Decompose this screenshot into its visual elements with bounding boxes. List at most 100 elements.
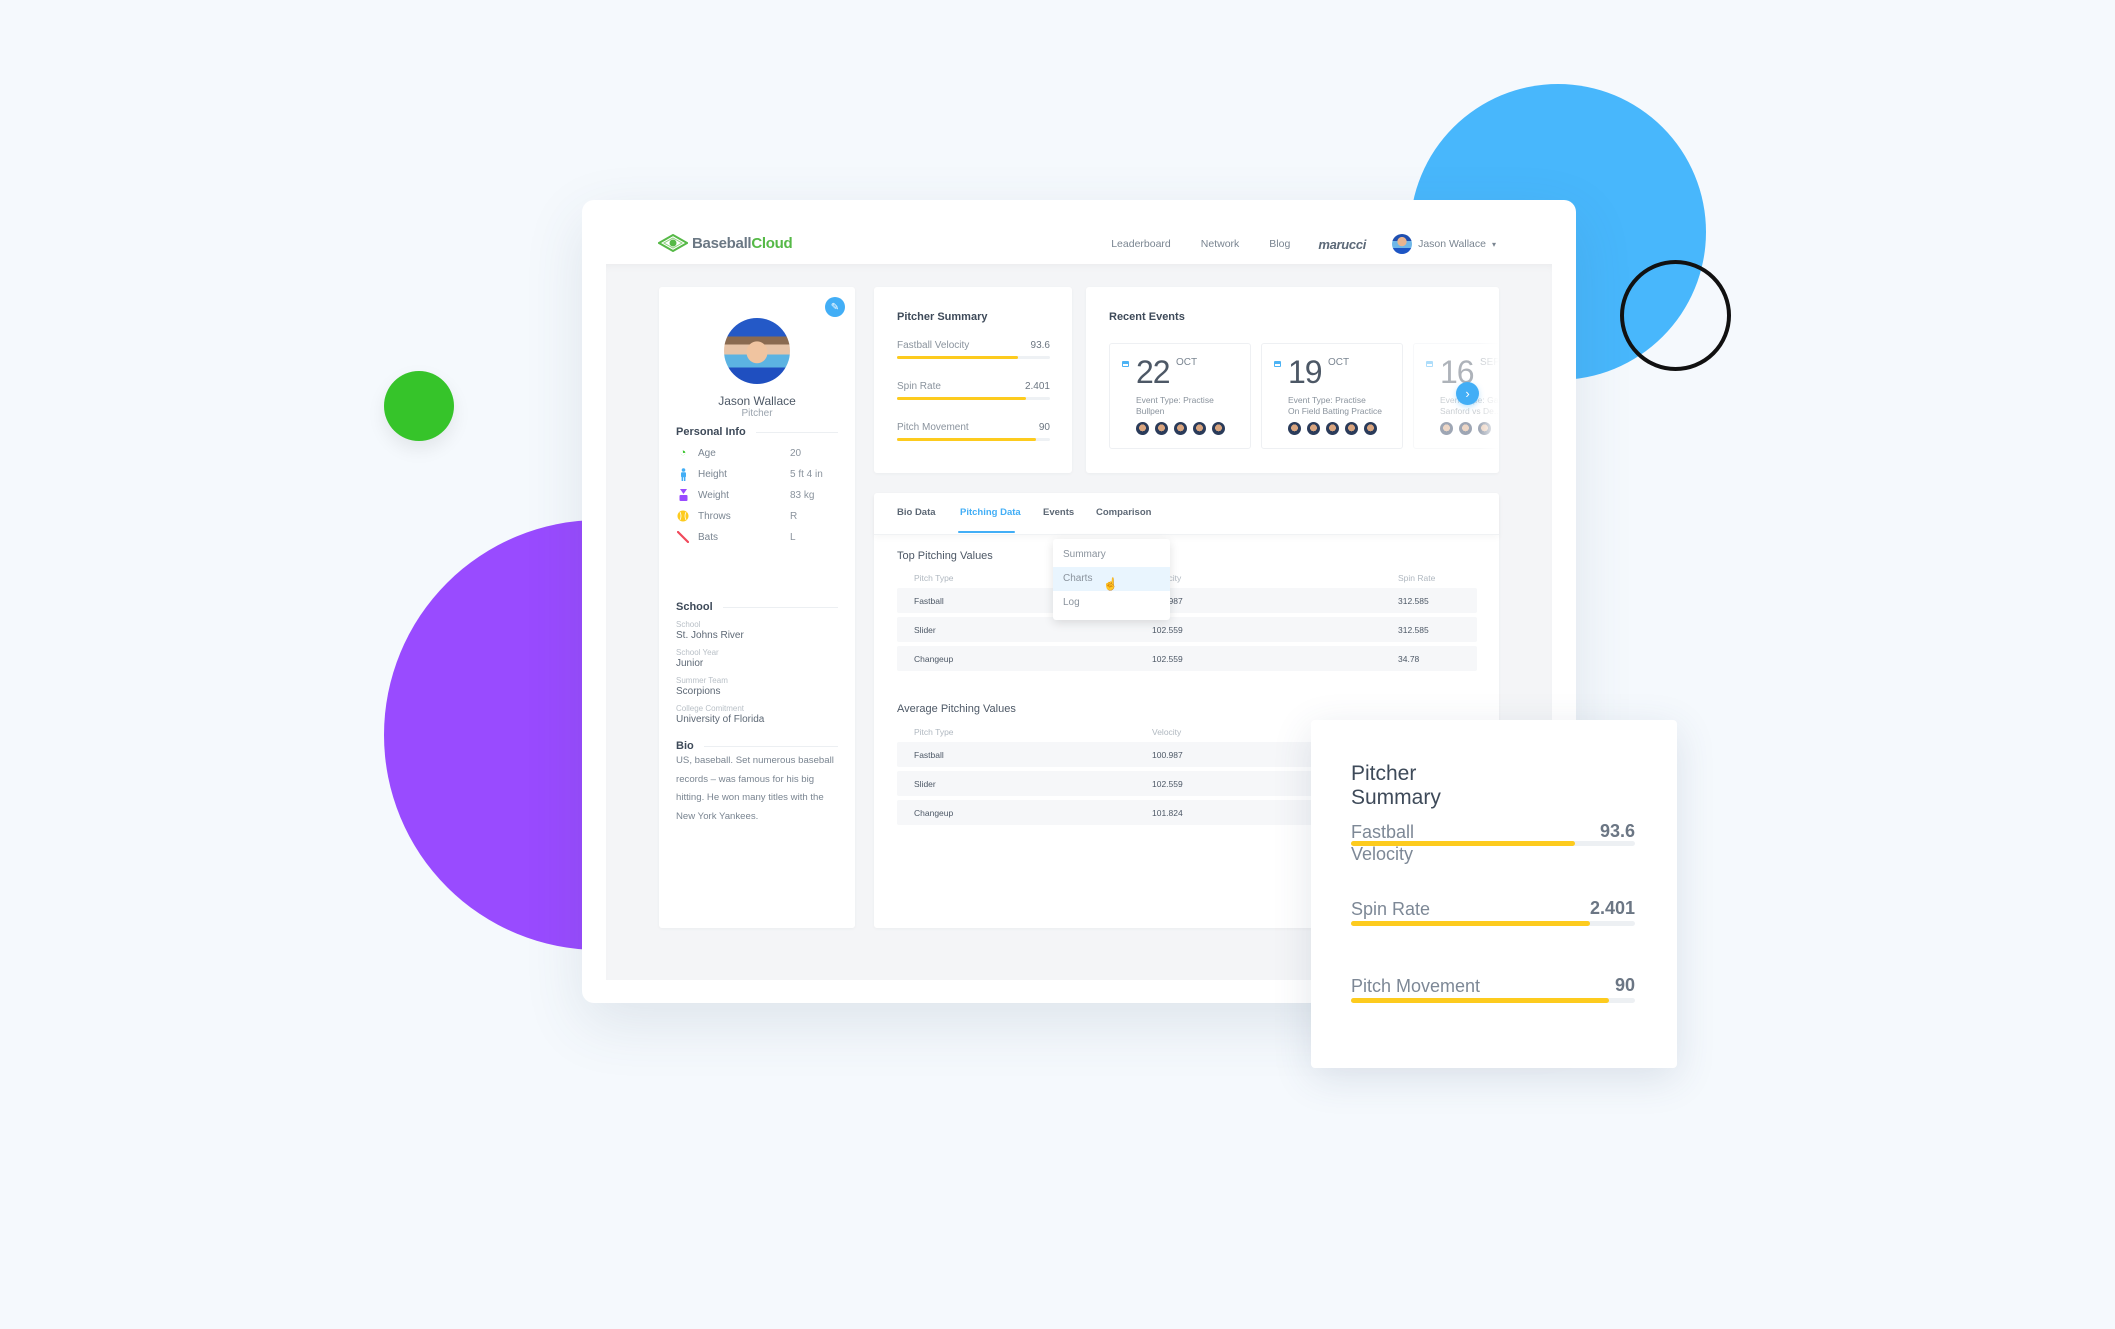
progress-fill [897, 356, 1018, 359]
progress-fill [1351, 998, 1610, 1003]
top-navigation-bar: BaseballCloud Leaderboard Network Blog m… [582, 200, 1576, 264]
progress-fill [1351, 921, 1590, 926]
decorative-green-dot [384, 371, 454, 441]
pitcher-summary-card: Pitcher Summary Fastball Velocity 93.6 Sp… [874, 287, 1072, 473]
summer-team-label: Summer Team [676, 676, 728, 685]
column-header: Pitch Type [914, 727, 954, 737]
attendee-avatar [1364, 422, 1377, 435]
player-name: Jason Wallace [718, 394, 796, 408]
calendar-icon [1426, 361, 1433, 367]
summer-team-value: Scorpions [676, 686, 721, 697]
attendee-avatar [1136, 422, 1149, 435]
baseball-icon [676, 509, 690, 523]
column-header: Pitch Type [914, 573, 954, 583]
attendee-avatars [1288, 422, 1377, 435]
pencil-icon: ✎ [830, 301, 840, 313]
tab-pitching-data[interactable]: Pitching Data [960, 507, 1021, 518]
dropdown-item-summary[interactable]: Summary [1053, 543, 1170, 567]
dropdown-item-charts[interactable]: Charts ☝ [1053, 567, 1170, 591]
attendee-avatar [1326, 422, 1339, 435]
floating-metric-spin-rate: Spin Rate 2.401 [1351, 898, 1635, 926]
table-row[interactable]: Changeup 102.559 34.78 [897, 646, 1477, 671]
metric-spin-rate: Spin Rate 2.401 [897, 381, 1050, 400]
decorative-black-ring [1620, 260, 1731, 371]
active-tab-indicator [958, 531, 1015, 533]
weight-icon [676, 488, 690, 502]
floating-pitcher-summary-card: Pitcher Summary Fastball Velocity 93.6 Sp… [1311, 720, 1677, 1068]
chevron-down-icon: ▾ [1491, 239, 1496, 249]
tab-comparison[interactable]: Comparison [1096, 507, 1151, 518]
recent-events-title: Recent Events [1109, 311, 1185, 323]
info-row-bats: Bats L [676, 529, 838, 545]
metric-pitch-movement: Pitch Movement 90 [897, 422, 1050, 441]
event-card[interactable]: 22 OCT Event Type: Practise Bullpen [1109, 343, 1251, 449]
tab-bio-data[interactable]: Bio Data [897, 507, 936, 518]
events-next-button[interactable]: › [1456, 382, 1479, 405]
personal-info-heading: Personal Info [676, 426, 838, 438]
profile-avatar [724, 318, 790, 384]
player-position: Pitcher [741, 408, 773, 419]
bio-text: US, baseball. Set numerous baseball reco… [676, 755, 834, 822]
tab-events[interactable]: Events [1043, 507, 1074, 518]
average-pitching-title: Average Pitching Values [897, 703, 1016, 715]
info-row-throws: Throws R [676, 508, 838, 524]
event-card[interactable]: 19 OCT Event Type: Practise On Field Batt… [1261, 343, 1403, 449]
bat-icon [676, 530, 690, 544]
progress-fill [897, 438, 1037, 441]
edit-profile-button[interactable]: ✎ [825, 297, 845, 317]
chevron-right-icon: › [1465, 386, 1470, 401]
college-commitment-label: College Comitment [676, 704, 745, 713]
nav-leaderboard[interactable]: Leaderboard [1111, 238, 1171, 250]
attendee-avatar [1459, 422, 1472, 435]
nav-blog[interactable]: Blog [1269, 238, 1290, 250]
logo-diamond-icon [656, 233, 690, 253]
school-heading: School [676, 601, 838, 613]
pitcher-summary-title: Pitcher Summary [897, 311, 988, 323]
info-row-height: Height 5 ft 4 in [676, 466, 838, 482]
school-year-value: Junior [676, 658, 704, 669]
college-commitment-value: University of Florida [676, 714, 765, 725]
user-menu[interactable]: Jason Wallace ▾ [1392, 234, 1496, 254]
attendee-avatar [1174, 422, 1187, 435]
info-row-age: ◔ Age 20 [676, 445, 838, 461]
attendee-avatar [1193, 422, 1206, 435]
calendar-icon [1122, 361, 1129, 367]
profile-card: ✎ Jason Wallace Pitcher Personal Info ◔ … [659, 287, 855, 928]
metric-fastball-velocity: Fastball Velocity 93.6 [897, 340, 1050, 359]
table-row[interactable]: Slider 102.559 312.585 [897, 617, 1477, 642]
top-pitching-title: Top Pitching Values [897, 550, 993, 562]
pitching-data-dropdown: Summary Charts ☝ Log [1053, 539, 1170, 620]
nav-network[interactable]: Network [1201, 238, 1240, 250]
attendee-avatar [1345, 422, 1358, 435]
user-name: Jason Wallace [1418, 238, 1486, 250]
height-icon [676, 467, 690, 481]
bio-heading: Bio [676, 740, 838, 752]
attendee-avatar [1440, 422, 1453, 435]
floating-metric-pitch-movement: Pitch Movement 90 [1351, 975, 1635, 1003]
logo-text: BaseballCloud [692, 234, 793, 252]
column-header: Spin Rate [1398, 573, 1436, 583]
dropdown-item-log[interactable]: Log [1053, 591, 1170, 615]
floating-summary-title: Pitcher Summary [1351, 762, 1441, 809]
table-row[interactable]: Fastball100.987312.585 [897, 588, 1477, 613]
school-label: School [676, 620, 701, 629]
column-header: Velocity [1152, 727, 1182, 737]
floating-metric-fastball-velocity: Fastball Velocity 93.6 [1351, 821, 1635, 864]
attendee-avatar [1155, 422, 1168, 435]
attendee-avatars [1136, 422, 1225, 435]
attendee-avatar [1212, 422, 1225, 435]
tab-bar: Bio Data Pitching Data Events Comparison [874, 493, 1499, 535]
school-value: St. Johns River [676, 630, 744, 641]
progress-fill [897, 397, 1026, 400]
marucci-sponsor-logo[interactable]: marucci [1318, 237, 1366, 252]
main-nav: Leaderboard Network Blog marucci Jason W… [1081, 234, 1496, 254]
school-year-label: School Year [676, 648, 719, 657]
info-row-weight: Weight 83 kg [676, 487, 838, 503]
user-avatar [1392, 234, 1413, 254]
baseballcloud-logo[interactable]: BaseballCloud [656, 233, 793, 253]
age-icon: ◔ [679, 447, 687, 459]
attendee-avatar [1307, 422, 1320, 435]
calendar-icon [1274, 361, 1281, 367]
attendee-avatar [1288, 422, 1301, 435]
progress-fill [1351, 841, 1576, 846]
